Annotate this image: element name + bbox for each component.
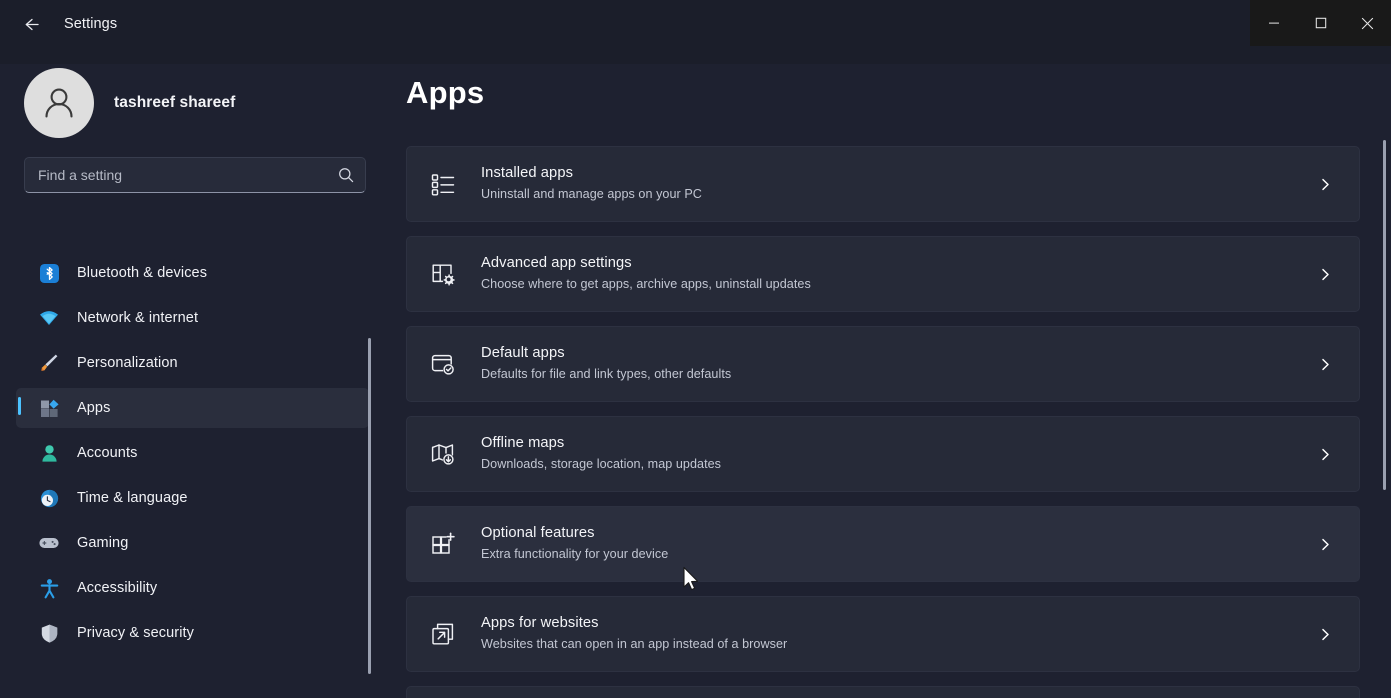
card-text: Installed apps Uninstall and manage apps… [481,164,1305,203]
accounts-person-icon [38,442,60,464]
sidebar-scrollbar-thumb[interactable] [368,338,371,674]
card-apps-for-websites[interactable]: Apps for websites Websites that can open… [406,596,1360,672]
sidebar-item-accounts[interactable]: Accounts [16,433,369,473]
minimize-icon [1268,22,1279,24]
back-arrow-icon [25,18,39,30]
sidebar-item-label: Bluetooth & devices [77,265,208,281]
close-button[interactable] [1344,0,1391,46]
profile-name: tashreef shareef [114,93,236,111]
sidebar-item-label: Accounts [77,445,138,461]
card-optional-features[interactable]: Optional features Extra functionality fo… [406,506,1360,582]
card-next-partial[interactable] [406,686,1360,698]
shield-icon [38,622,60,644]
offline-map-download-icon [428,439,458,469]
search-icon[interactable] [338,167,354,183]
chevron-right-icon [1305,177,1345,192]
sidebar-item-personalization[interactable]: Personalization [16,343,369,383]
card-text: Offline maps Downloads, storage location… [481,434,1305,473]
paintbrush-icon [38,352,60,374]
sidebar-item-apps[interactable]: Apps [16,388,369,428]
minimize-button[interactable] [1250,0,1297,46]
external-link-icon [428,619,458,649]
search-box[interactable] [24,157,366,193]
sidebar-item-network-internet[interactable]: Network & internet [16,298,369,338]
gamepad-icon [38,532,60,554]
card-default-apps[interactable]: Default apps Defaults for file and link … [406,326,1360,402]
sidebar-nav: Bluetooth & devices Network & internet P… [0,248,385,698]
search-input[interactable] [38,167,338,183]
main-content: Apps Installed apps Uninstall and manage… [385,48,1391,698]
card-subtitle: Choose where to get apps, archive apps, … [481,277,811,292]
sidebar-item-accessibility[interactable]: Accessibility [16,568,369,608]
app-settings-gear-icon [428,259,458,289]
card-text: Default apps Defaults for file and link … [481,344,1305,383]
main-scrollbar-thumb[interactable] [1383,140,1386,490]
maximize-button[interactable] [1297,0,1344,46]
card-text: Optional features Extra functionality fo… [481,524,1305,563]
chevron-right-icon [1305,627,1345,642]
close-icon [1361,17,1374,29]
sidebar-item-label: Gaming [77,535,129,551]
avatar [24,67,94,138]
sidebar-item-label: Privacy & security [77,625,195,641]
card-subtitle: Defaults for file and link types, other … [481,367,732,382]
page-title: Apps [406,75,485,110]
maximize-icon [1315,17,1326,29]
clock-globe-icon [38,487,60,509]
sidebar-item-label: Personalization [77,355,178,371]
apps-icon [38,397,60,419]
card-subtitle: Downloads, storage location, map updates [481,457,722,472]
wifi-icon [38,307,60,329]
sidebar-item-label: Time & language [77,490,188,506]
sidebar-item-label: Apps [77,400,111,416]
card-text: Apps for websites Websites that can open… [481,614,1305,653]
card-title: Default apps [481,345,565,362]
list-apps-icon [428,169,458,199]
card-subtitle: Websites that can open in an app instead… [481,637,788,652]
card-title: Advanced app settings [481,255,632,272]
chevron-right-icon [1305,357,1345,372]
sidebar-item-privacy-security[interactable]: Privacy & security [16,613,369,653]
card-installed-apps[interactable]: Installed apps Uninstall and manage apps… [406,146,1360,222]
card-title: Installed apps [481,165,574,182]
accessibility-person-icon [38,577,60,599]
default-apps-check-icon [428,349,458,379]
settings-window: Settings tashreef shareef Find a setting… [0,0,1391,698]
settings-card-list: Installed apps Uninstall and manage apps… [406,146,1360,698]
title-bar: Settings [0,0,1391,64]
sidebar-item-label: Accessibility [77,580,158,596]
optional-features-plus-icon [428,529,458,559]
window-controls [1250,0,1391,46]
card-title: Apps for websites [481,615,599,632]
bluetooth-icon [38,262,60,284]
chevron-right-icon [1305,537,1345,552]
person-avatar-icon [45,88,73,118]
back-button[interactable] [14,7,48,41]
title-bar-left: Settings [0,0,117,48]
sidebar-item-bluetooth-devices[interactable]: Bluetooth & devices [16,253,369,293]
sidebar: tashreef shareef Bluetooth & devices [0,48,385,698]
sidebar-item-label: Network & internet [77,310,199,326]
sidebar-item-gaming[interactable]: Gaming [16,523,369,563]
card-title: Offline maps [481,435,565,452]
card-offline-maps[interactable]: Offline maps Downloads, storage location… [406,416,1360,492]
chevron-right-icon [1305,447,1345,462]
card-title: Optional features [481,525,595,542]
sidebar-item-time-language[interactable]: Time & language [16,478,369,518]
card-text: Advanced app settings Choose where to ge… [481,254,1305,293]
card-advanced-app-settings[interactable]: Advanced app settings Choose where to ge… [406,236,1360,312]
window-title: Settings [64,15,118,32]
chevron-right-icon [1305,267,1345,282]
card-subtitle: Extra functionality for your device [481,547,669,562]
card-subtitle: Uninstall and manage apps on your PC [481,187,702,202]
